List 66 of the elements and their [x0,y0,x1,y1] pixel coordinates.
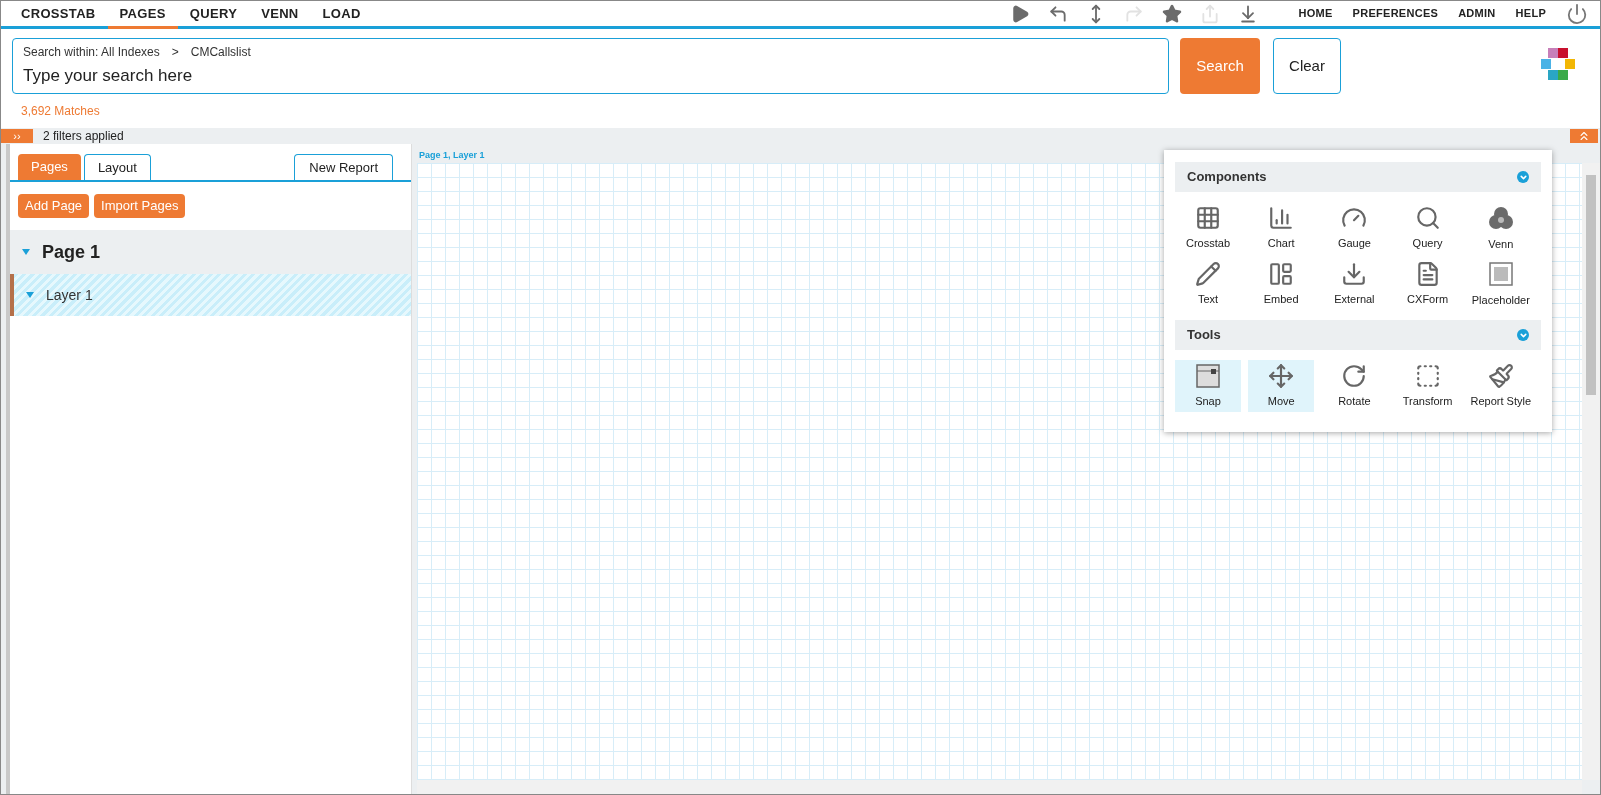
search-box[interactable]: Search within: All Indexes > CMCallslist Type your search here [12,38,1169,94]
top-link[interactable]: ADMIN [1458,5,1496,22]
move-icon [1268,362,1295,389]
palette-item[interactable]: Embed [1248,258,1315,310]
section-header[interactable]: Tools [1175,320,1541,350]
palette-item[interactable]: CXForm [1394,258,1461,310]
vertical-scrollbar[interactable] [1582,162,1600,780]
palette-item[interactable]: External [1321,258,1388,310]
play-icon[interactable] [1010,3,1031,24]
layout-icon [1268,260,1295,287]
download-icon [1341,260,1368,287]
palette-item[interactable]: Transform [1394,360,1461,412]
top-link[interactable]: HOME [1298,5,1333,22]
panel-tab[interactable]: Layout [83,154,151,180]
breadcrumb-separator: > [171,44,179,62]
palette-item[interactable]: Chart [1248,202,1315,254]
placeholder-icon [1486,259,1515,288]
canvas-breadcrumb: Page 1, Layer 1 [419,149,486,162]
search-scope: CMCallslist [190,44,251,62]
nav-tab[interactable]: CROSSTAB [9,1,108,29]
palette-item[interactable]: Crosstab [1175,202,1241,254]
undo-icon[interactable] [1048,3,1069,24]
top-link[interactable]: PREFERENCES [1352,5,1439,22]
section-title: Components [1187,168,1267,187]
palette-item[interactable]: Snap [1175,360,1241,412]
new-report-button[interactable]: New Report [294,154,393,180]
dashed-square-icon [1414,362,1441,389]
nav-tab[interactable]: QUERY [177,1,250,29]
collapse-icon[interactable] [1570,129,1598,143]
search-field[interactable]: Type your search here [23,63,1158,89]
palette-item[interactable]: Query [1394,202,1461,254]
star-icon[interactable] [1162,3,1183,24]
collapse-icon[interactable] [1517,171,1529,183]
filter-status: 2 filters applied [43,128,124,145]
page-row[interactable]: Page 1 [10,230,411,274]
paintbrush-icon [1487,362,1514,389]
horizontal-scrollbar[interactable] [417,780,1582,794]
snap-icon [1195,362,1221,389]
nav-tab[interactable]: PAGES [107,1,178,29]
nav-tab[interactable]: LOAD [310,1,373,29]
palette-item[interactable]: Placeholder [1467,258,1534,310]
nav-tab[interactable]: VENN [249,1,311,29]
search-icon [1414,204,1441,231]
clear-button[interactable]: Clear [1273,38,1341,94]
grid-icon [1195,204,1221,231]
power-icon[interactable] [1566,2,1588,25]
search-scope-label: Search within: All Indexes [23,44,160,62]
layer-row[interactable]: Layer 1 [10,274,411,316]
palette-item[interactable]: Gauge [1321,202,1388,254]
pencil-icon [1195,260,1221,287]
top-link[interactable]: HELP [1515,5,1546,22]
palette-item[interactable]: Text [1175,258,1241,310]
palette-item[interactable]: Report Style [1467,360,1534,412]
layer-title: Layer 1 [46,285,93,305]
expand-caret-icon[interactable] [22,249,30,255]
collapse-icon[interactable] [1517,329,1529,341]
palette-item[interactable]: Move [1248,360,1315,412]
expand-caret-icon[interactable] [26,292,34,298]
section-header[interactable]: Components [1175,162,1541,192]
section-title: Tools [1187,326,1221,345]
palette-item[interactable]: Venn [1467,202,1534,254]
page-title: Page 1 [42,240,101,264]
palette-item[interactable]: Rotate [1321,360,1388,412]
match-count: 3,692 Matches [21,103,100,120]
rotate-icon [1341,362,1368,389]
bar-chart-icon [1268,204,1295,231]
